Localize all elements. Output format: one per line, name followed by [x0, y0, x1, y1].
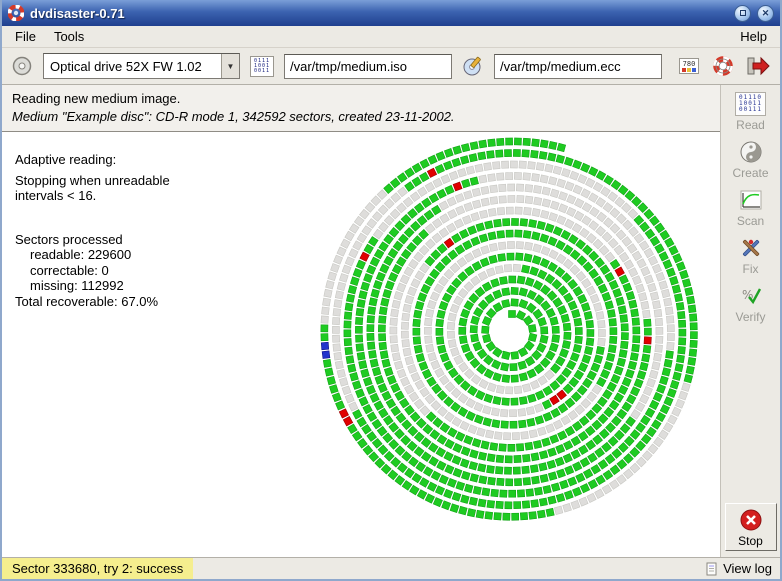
ecc-file-icon: [463, 56, 481, 76]
read-label: Read: [736, 117, 765, 132]
stopping-line2: intervals < 16.: [15, 188, 97, 203]
verify-label: Verify: [735, 309, 766, 324]
status-heading: Reading new medium image. Medium "Exampl…: [2, 85, 720, 132]
verify-icon: %: [739, 283, 763, 309]
view-log-label: View log: [723, 561, 772, 576]
reading-canvas: Adaptive reading: Stopping when unreadab…: [2, 132, 720, 557]
reading-stats-panel: Adaptive reading: Stopping when unreadab…: [15, 152, 170, 309]
create-icon: [739, 139, 763, 165]
main-column: Reading new medium image. Medium "Exampl…: [2, 85, 720, 557]
total-recoverable: Total recoverable: 67.0%: [15, 293, 159, 309]
window-title: dvdisaster-0.71: [30, 5, 125, 21]
quit-button[interactable]: [744, 52, 774, 80]
image-file-button[interactable]: 0111 1001 0011: [246, 52, 277, 80]
maximize-icon: [739, 10, 746, 16]
menubar: File Tools Help: [2, 26, 780, 48]
status-heading-line2: Medium "Example disc": CD-R mode 1, 3425…: [12, 109, 455, 124]
iso-path-input[interactable]: [284, 53, 452, 79]
close-button[interactable]: ✕: [757, 4, 774, 22]
adaptive-reading-title: Adaptive reading:: [15, 152, 117, 167]
stop-icon: [740, 507, 762, 533]
ecc-file-button[interactable]: [459, 52, 487, 80]
ecc-path-input[interactable]: [494, 53, 662, 79]
drive-select-value: Optical drive 52X FW 1.02: [50, 58, 202, 74]
help-button[interactable]: [709, 52, 737, 80]
scan-icon: [739, 187, 763, 213]
stop-label: Stop: [738, 533, 763, 548]
status-message: Sector 333680, try 2: success: [2, 558, 194, 579]
menu-file[interactable]: File: [6, 27, 45, 46]
fix-icon: [739, 235, 763, 261]
stop-button[interactable]: Stop: [724, 503, 777, 551]
drive-icon: [12, 56, 32, 76]
status-heading-line1: Reading new medium image.: [12, 91, 181, 106]
menu-tools[interactable]: Tools: [45, 27, 93, 46]
log-icon: [706, 562, 717, 575]
image-file-icon: 0111 1001 0011: [249, 55, 274, 77]
quit-icon: [747, 56, 770, 76]
sectors-correctable: correctable: 0: [30, 262, 109, 278]
scan-label: Scan: [736, 213, 765, 228]
read-icon: 01110 10011 00111: [734, 91, 767, 117]
create-label: Create: [732, 165, 769, 180]
fix-label: Fix: [742, 261, 759, 276]
statusbar: Sector 333680, try 2: success View log: [2, 557, 780, 579]
statusbar-spacer: [193, 558, 697, 579]
titlebar[interactable]: dvdisaster-0.71 ✕: [2, 0, 780, 26]
sectors-missing: missing: 112992: [30, 278, 124, 293]
preferences-icon: 780: [679, 58, 699, 74]
view-log-button[interactable]: View log: [697, 558, 780, 579]
preferences-button[interactable]: 780: [676, 55, 702, 77]
combo-arrow-icon[interactable]: ▼: [220, 54, 239, 78]
content-row: Reading new medium image. Medium "Exampl…: [2, 85, 780, 557]
fix-button[interactable]: Fix: [724, 232, 778, 278]
maximize-button[interactable]: [734, 4, 751, 22]
sectors-readable: readable: 229600: [30, 247, 132, 262]
lifebelt-help-icon: [713, 56, 733, 76]
sectors-processed-title: Sectors processed: [15, 231, 123, 247]
drive-button[interactable]: [8, 52, 36, 80]
app-window: dvdisaster-0.71 ✕ File Tools Help Optica…: [0, 0, 782, 581]
app-icon: [8, 5, 24, 21]
drive-select[interactable]: Optical drive 52X FW 1.02 ▼: [43, 53, 240, 79]
toolbar: Optical drive 52X FW 1.02 ▼ 0111 1001 00…: [2, 48, 780, 85]
menu-help[interactable]: Help: [731, 27, 776, 46]
create-button[interactable]: Create: [724, 136, 778, 182]
close-icon: ✕: [761, 7, 770, 18]
stopping-line1: Stopping when unreadable: [15, 172, 170, 188]
verify-button[interactable]: % Verify: [724, 280, 778, 326]
scan-button[interactable]: Scan: [724, 184, 778, 230]
action-sidebar: 01110 10011 00111 Read Create Scan Fix %…: [720, 85, 780, 557]
read-button[interactable]: 01110 10011 00111 Read: [724, 88, 778, 134]
